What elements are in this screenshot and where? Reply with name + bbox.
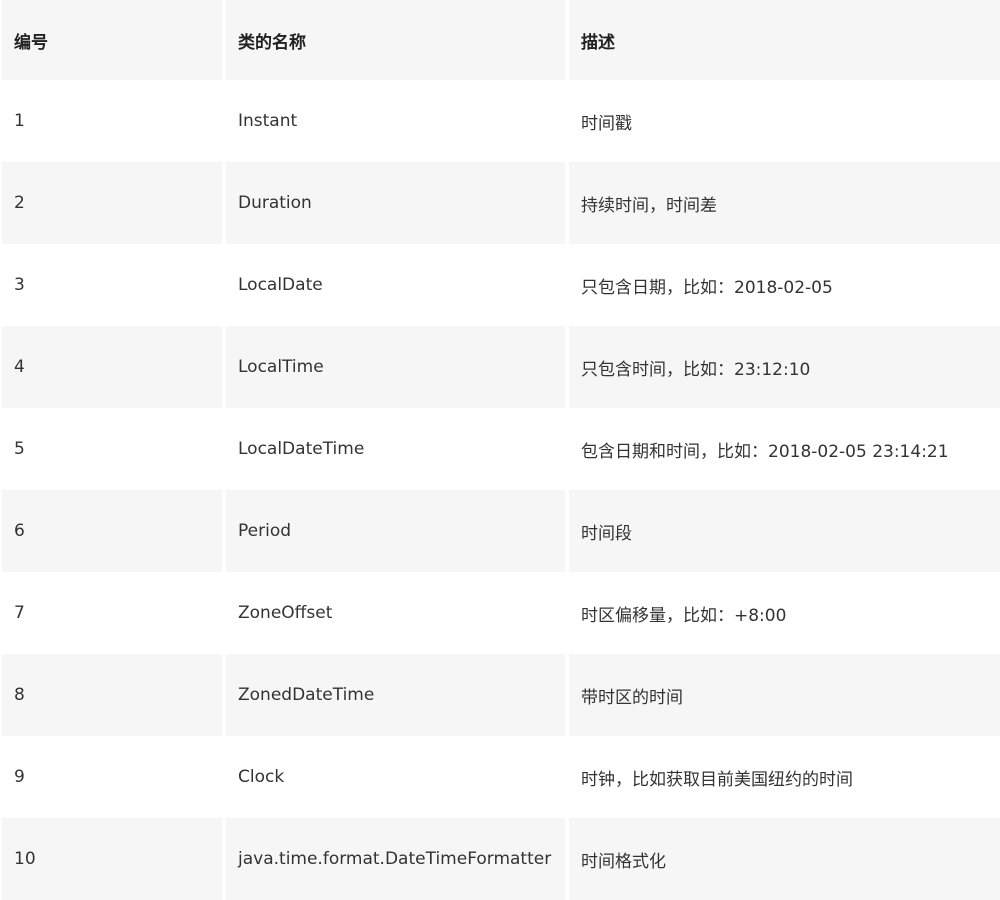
cell-class-name: Period [226,490,565,572]
cell-description: 只包含日期，比如：2018-02-05 [581,277,833,298]
cell-class-name: ZoneOffset [238,603,333,623]
table-row: 5 LocalDateTime 包含日期和时间，比如：2018-02-05 23… [0,408,1000,490]
table-row: 1 Instant 时间戳 [0,80,1000,162]
table-header-row: 编号 类的名称 描述 [0,0,1000,80]
cell-description: 时区偏移量，比如：+8:00 [581,605,787,626]
cell-description: 时间戳 [581,113,632,134]
table-row: 7 ZoneOffset 时区偏移量，比如：+8:00 [0,572,1000,654]
header-class-name: 类的名称 [226,0,565,80]
cell-class-name: java.time.format.DateTimeFormatter [226,818,565,900]
cell-description: 时钟，比如获取目前美国纽约的时间 [581,769,853,790]
cell-number: 7 [14,603,25,623]
table-row: 8 ZonedDateTime 带时区的时间 [0,654,1000,736]
cell-number: 6 [2,490,222,572]
cell-number: 2 [2,162,222,244]
cell-number: 1 [14,111,25,131]
cell-description: 持续时间，时间差 [569,162,1000,244]
header-description: 描述 [569,0,1000,80]
cell-class-name: Instant [238,111,298,131]
cell-class-name: Duration [226,162,565,244]
table-row: 2 Duration 持续时间，时间差 [0,162,1000,244]
table-row: 6 Period 时间段 [0,490,1000,572]
table-row: 9 Clock 时钟，比如获取目前美国纽约的时间 [0,736,1000,818]
table-row: 10 java.time.format.DateTimeFormatter 时间… [0,818,1000,900]
java-time-classes-table: 编号 类的名称 描述 1 Instant 时间戳 2 Duration 持续时间… [0,0,1000,900]
cell-class-name: ZonedDateTime [226,654,565,736]
cell-number: 3 [14,275,25,295]
cell-class-name: Clock [238,767,285,787]
cell-description: 时间格式化 [569,818,1000,900]
cell-number: 5 [14,439,25,459]
cell-description: 时间段 [569,490,1000,572]
cell-class-name: LocalDateTime [238,439,365,459]
table-row: 4 LocalTime 只包含时间，比如：23:12:10 [0,326,1000,408]
cell-number: 4 [2,326,222,408]
cell-class-name: LocalDate [238,275,323,295]
cell-number: 10 [2,818,222,900]
cell-description: 带时区的时间 [569,654,1000,736]
cell-number: 9 [14,767,25,787]
cell-class-name: LocalTime [226,326,565,408]
table-row: 3 LocalDate 只包含日期，比如：2018-02-05 [0,244,1000,326]
cell-description: 只包含时间，比如：23:12:10 [569,326,1000,408]
cell-number: 8 [2,654,222,736]
header-number: 编号 [2,0,222,80]
cell-description: 包含日期和时间，比如：2018-02-05 23:14:21 [581,441,949,462]
